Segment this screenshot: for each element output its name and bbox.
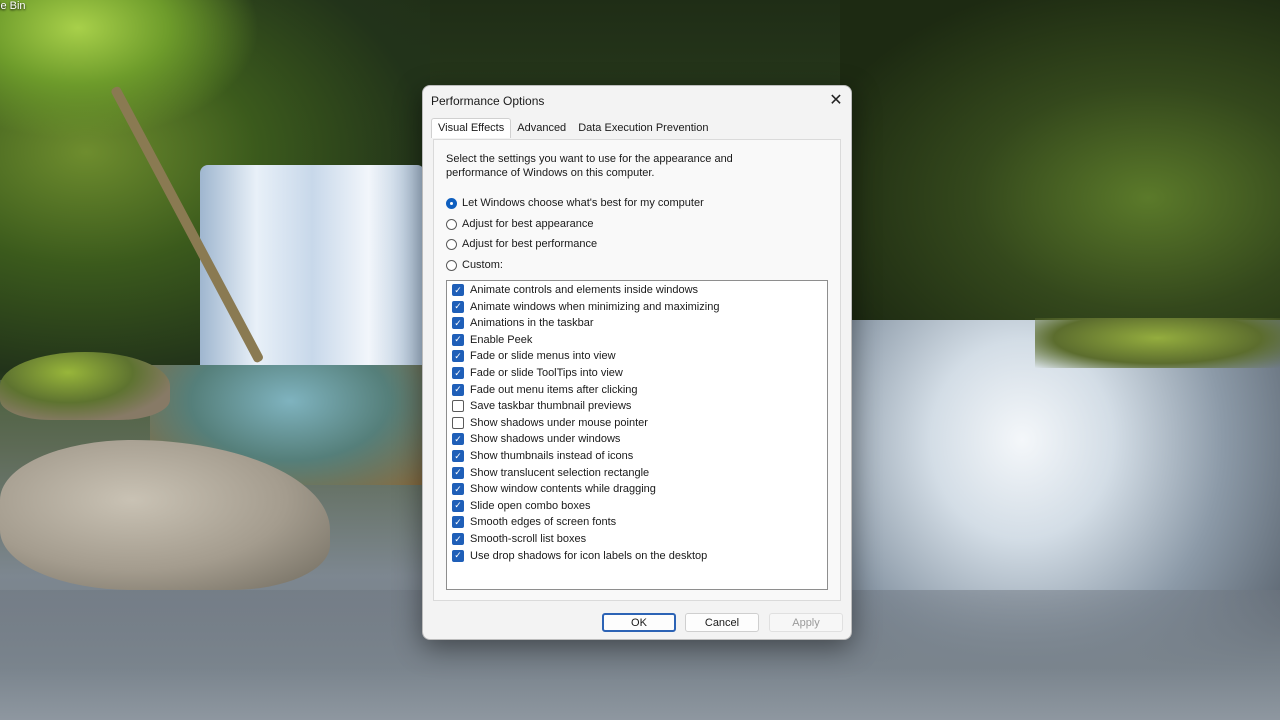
visual-effects-panel: Select the settings you want to use for … (433, 139, 841, 601)
close-button[interactable]: ✕ (821, 86, 851, 114)
radio-best-appearance[interactable]: Adjust for best appearance (446, 218, 593, 230)
checkbox-checked[interactable]: ✓ (452, 516, 464, 529)
effect-list-item[interactable]: ✓ Fade out menu items after clicking (452, 383, 638, 396)
checkmark-icon: ✓ (454, 467, 462, 478)
radio-button[interactable] (446, 218, 457, 230)
effect-list-item[interactable]: ✓ Fade or slide menus into view (452, 350, 616, 363)
effect-label: Show thumbnails instead of icons (470, 450, 634, 462)
effect-list-item[interactable]: ✓ Show translucent selection rectangle (452, 466, 650, 479)
effect-list-item[interactable]: Show shadows under mouse pointer (452, 416, 648, 429)
effect-list-item[interactable]: ✓ Fade or slide ToolTips into view (452, 367, 623, 379)
cancel-button[interactable]: Cancel (685, 613, 759, 632)
checkbox-checked[interactable]: ✓ (452, 466, 464, 479)
effect-label: Show shadows under windows (470, 433, 621, 446)
effect-label: Enable Peek (470, 333, 533, 346)
checkbox-checked[interactable]: ✓ (452, 383, 464, 396)
radio-label: Let Windows choose what's best for my co… (462, 197, 704, 209)
radio-button-selected[interactable] (446, 197, 457, 209)
dialog-titlebar[interactable]: Performance Options ✕ (423, 86, 851, 116)
checkmark-icon: ✓ (454, 433, 462, 444)
tab-visual-effects[interactable]: Visual Effects (431, 118, 512, 138)
radio-label: Adjust for best performance (462, 238, 598, 250)
checkbox-checked[interactable]: ✓ (452, 433, 464, 446)
effect-label: Animate controls and elements inside win… (470, 284, 699, 296)
checkmark-icon: ✓ (454, 367, 462, 378)
checkmark-icon: ✓ (454, 500, 462, 511)
checkmark-icon: ✓ (454, 350, 462, 361)
effect-label: Smooth edges of screen fonts (470, 516, 617, 529)
effect-list-item[interactable]: ✓ Animate controls and elements inside wi… (452, 284, 698, 296)
checkbox-checked[interactable]: ✓ (452, 450, 464, 462)
checkbox-checked[interactable]: ✓ (452, 533, 464, 545)
background-rapids-moss (1035, 318, 1280, 368)
checkbox-checked[interactable]: ✓ (452, 333, 464, 346)
radio-button[interactable] (446, 238, 457, 250)
apply-button[interactable]: Apply (769, 613, 843, 632)
effect-label: Fade out menu items after clicking (470, 383, 638, 396)
radio-let-windows-choose[interactable]: Let Windows choose what's best for my co… (446, 197, 704, 209)
effect-label: Save taskbar thumbnail previews (470, 400, 632, 413)
checkbox-checked[interactable]: ✓ (452, 483, 464, 496)
tab-advanced[interactable]: Advanced (511, 119, 572, 139)
ok-button[interactable]: OK (602, 613, 676, 632)
effect-label: Fade or slide ToolTips into view (470, 367, 623, 379)
desktop-icon-recycle-bin-label[interactable]: le Bin (0, 0, 26, 12)
checkbox-checked[interactable]: ✓ (452, 549, 464, 562)
background-forest-right (840, 0, 1280, 330)
effect-label: Smooth-scroll list boxes (470, 533, 587, 545)
checkbox-unchecked[interactable] (452, 416, 464, 429)
effect-list-item[interactable]: ✓ Use drop shadows for icon labels on the… (452, 549, 708, 562)
effect-list-item[interactable]: ✓ Animations in the taskbar (452, 317, 594, 330)
effect-list-item[interactable]: ✓ Show thumbnails instead of icons (452, 450, 633, 462)
intro-text: Select the settings you want to use for … (446, 153, 733, 179)
checkmark-icon: ✓ (454, 450, 462, 461)
effect-list-item[interactable]: ✓ Smooth edges of screen fonts (452, 516, 617, 529)
effect-list-item[interactable]: ✓ Show shadows under windows (452, 433, 621, 446)
checkmark-icon: ✓ (454, 483, 462, 494)
effect-label: Animate windows when minimizing and maxi… (470, 300, 720, 313)
effect-list-item[interactable]: Save taskbar thumbnail previews (452, 400, 632, 413)
radio-label: Adjust for best appearance (462, 218, 594, 230)
effect-label: Animations in the taskbar (470, 317, 594, 330)
effect-label: Show shadows under mouse pointer (470, 416, 648, 429)
checkbox-checked[interactable]: ✓ (452, 300, 464, 313)
radio-custom[interactable]: Custom: (446, 259, 503, 271)
effect-list-item[interactable]: ✓ Smooth-scroll list boxes (452, 533, 586, 545)
checkmark-icon: ✓ (454, 334, 462, 345)
effect-list-item[interactable]: ✓ Slide open combo boxes (452, 499, 591, 512)
effect-label: Show window contents while dragging (470, 483, 656, 496)
radio-label: Custom: (462, 259, 503, 271)
performance-options-dialog: Performance Options ✕ Visual Effects Adv… (422, 85, 852, 640)
checkmark-icon: ✓ (454, 516, 462, 527)
effect-label: Use drop shadows for icon labels on the … (470, 549, 708, 562)
checkmark-icon: ✓ (454, 301, 462, 312)
checkmark-icon: ✓ (454, 317, 462, 328)
radio-best-performance[interactable]: Adjust for best performance (446, 238, 597, 250)
checkmark-icon: ✓ (454, 550, 462, 561)
effect-label: Slide open combo boxes (470, 499, 591, 512)
checkbox-checked[interactable]: ✓ (452, 499, 464, 512)
visual-effects-list[interactable]: ✓ Animate controls and elements inside wi… (446, 280, 828, 590)
effect-list-item[interactable]: ✓ Animate windows when minimizing and max… (452, 300, 720, 313)
checkbox-checked[interactable]: ✓ (452, 367, 464, 379)
checkbox-checked[interactable]: ✓ (452, 317, 464, 330)
radio-button[interactable] (446, 259, 457, 271)
effect-label: Show translucent selection rectangle (470, 466, 650, 479)
checkmark-icon: ✓ (454, 533, 462, 544)
checkmark-icon: ✓ (454, 284, 462, 295)
dialog-title: Performance Options (431, 94, 545, 108)
close-icon: ✕ (829, 92, 843, 109)
effect-list-item[interactable]: ✓ Enable Peek (452, 333, 533, 346)
checkmark-icon: ✓ (454, 384, 462, 395)
checkbox-checked[interactable]: ✓ (452, 350, 464, 363)
checkbox-checked[interactable]: ✓ (452, 284, 464, 296)
effect-list-item[interactable]: ✓ Show window contents while dragging (452, 483, 656, 496)
tab-data-execution-prevention[interactable]: Data Execution Prevention (572, 119, 714, 139)
checkbox-unchecked[interactable] (452, 400, 464, 413)
tab-strip: Visual Effects Advanced Data Execution P… (431, 118, 714, 139)
background-moss-rock (0, 352, 170, 420)
effect-label: Fade or slide menus into view (470, 350, 616, 363)
background-waterfall (200, 165, 425, 365)
